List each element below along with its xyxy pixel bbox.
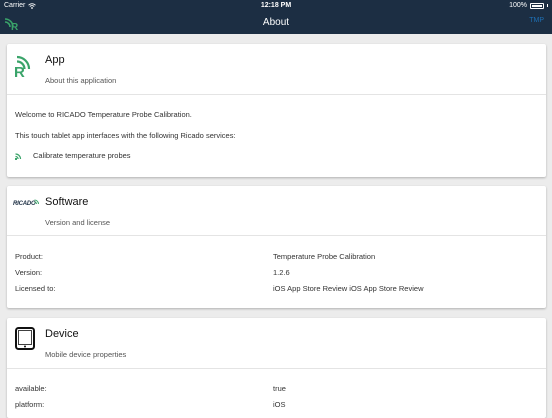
signal-icon — [15, 153, 22, 160]
battery-icon — [530, 2, 544, 9]
page-title: About — [262, 17, 290, 28]
status-time: 12:18 PM — [260, 2, 292, 9]
platform-label: platform: — [15, 400, 45, 409]
device-card-subtitle: Mobile device properties — [45, 350, 127, 359]
service-item[interactable]: Calibrate temperature probes — [15, 151, 215, 163]
battery-percent: 100% — [509, 2, 527, 9]
device-card: Device Mobile device properties availabl… — [7, 318, 546, 418]
available-value: true — [273, 384, 286, 393]
licensed-to-value: iOS App Store Review iOS App Store Revie… — [273, 284, 424, 293]
svg-text:R: R — [14, 64, 25, 77]
battery-tip — [547, 4, 548, 7]
software-card-subtitle: Version and license — [45, 218, 111, 227]
ricado-logo-text: RICADO — [13, 201, 36, 207]
status-bar: Carrier 12:18 PM 100% — [0, 0, 552, 12]
device-card-header: Device Mobile device properties — [7, 318, 546, 369]
service-label: Calibrate temperature probes — [33, 151, 131, 160]
app-card-subtitle: About this application — [45, 76, 117, 85]
version-label: Version: — [15, 268, 43, 277]
nav-right-label[interactable]: TMP — [529, 17, 544, 24]
platform-value: iOS — [273, 400, 286, 409]
status-right: 100% — [509, 2, 548, 9]
app-card-title: App — [45, 54, 65, 66]
software-card-title: Software — [45, 196, 89, 208]
app-header: Carrier 12:18 PM 100% R About TMP — [0, 0, 552, 34]
available-label: available: — [15, 384, 47, 393]
product-value: Temperature Probe Calibration — [273, 252, 376, 261]
tablet-icon — [15, 327, 35, 350]
services-intro-text: This touch tablet app interfaces with th… — [15, 131, 236, 140]
version-value: 1.2.6 — [273, 268, 290, 277]
device-card-title: Device — [45, 328, 79, 340]
app-card: R App About this application Welcome to … — [7, 44, 546, 177]
logo-signal-mark — [34, 199, 39, 205]
welcome-text: Welcome to RICADO Temperature Probe Cali… — [15, 110, 192, 119]
ricado-logo-icon: RICADO — [13, 199, 39, 211]
software-card: RICADO Software Version and license Prod… — [7, 186, 546, 308]
ricado-signal-icon: R — [14, 55, 31, 77]
software-card-header: RICADO Software Version and license — [7, 186, 546, 236]
product-label: Product: — [15, 252, 43, 261]
licensed-to-label: Licensed to: — [15, 284, 56, 293]
app-card-header: R App About this application — [7, 44, 546, 95]
